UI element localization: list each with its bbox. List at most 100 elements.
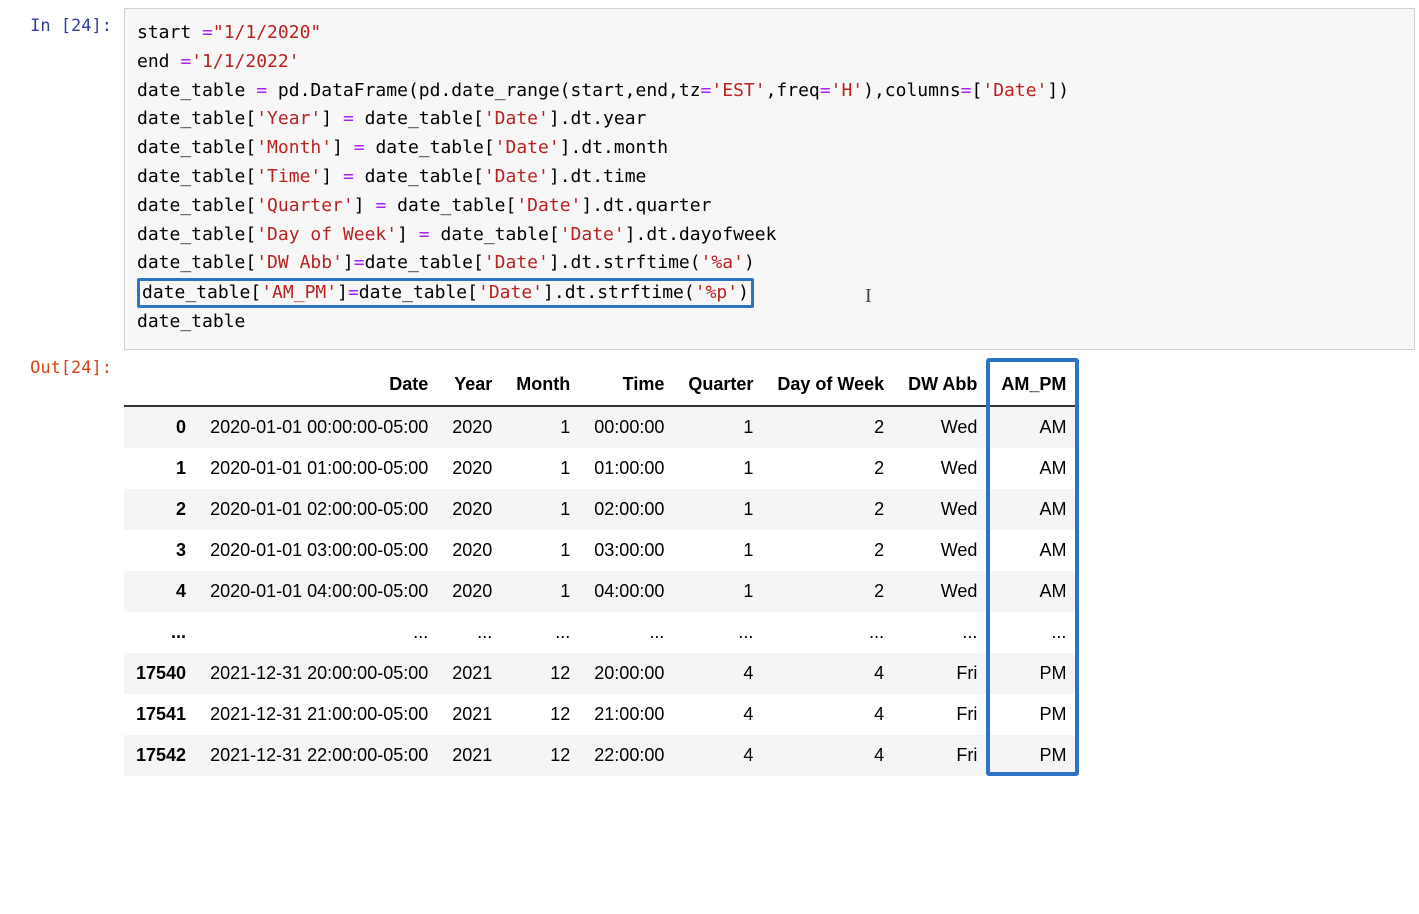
- code-token: =: [343, 108, 354, 129]
- code-token: =: [354, 252, 365, 273]
- code-line: date_table['Day of Week'] = date_table['…: [137, 221, 1402, 250]
- code-token: date_table[: [137, 224, 256, 245]
- table-cell: 2020-01-01 01:00:00-05:00: [198, 448, 440, 489]
- input-prompt: In [24]:: [4, 8, 124, 36]
- code-token: ]: [321, 166, 343, 187]
- table-cell: 12: [504, 694, 582, 735]
- table-row: 175422021-12-31 22:00:00-05:0020211222:0…: [124, 735, 1078, 776]
- table-cell: 2: [765, 448, 896, 489]
- table-cell: 02:00:00: [582, 489, 676, 530]
- code-token: ].dt.year: [549, 108, 647, 129]
- code-token: ): [738, 282, 749, 303]
- table-cell: Fri: [896, 653, 989, 694]
- code-token: =: [202, 22, 213, 43]
- table-column-header: Date: [198, 364, 440, 406]
- table-cell: Wed: [896, 489, 989, 530]
- table-cell: ...: [504, 612, 582, 653]
- code-token: ]: [354, 195, 376, 216]
- table-cell: 2021: [440, 653, 504, 694]
- code-token: =: [820, 80, 831, 101]
- table-cell: 1: [504, 571, 582, 612]
- table-row: 22020-01-01 02:00:00-05:002020102:00:001…: [124, 489, 1078, 530]
- text-cursor-icon: I: [865, 280, 872, 312]
- code-line: start ="1/1/2020": [137, 19, 1402, 48]
- code-token: date_table[: [142, 282, 261, 303]
- table-cell: ...: [676, 612, 765, 653]
- table-cell: ...: [989, 612, 1078, 653]
- table-column-header: Quarter: [676, 364, 765, 406]
- code-token: date_table[: [365, 137, 495, 158]
- code-token: 'DW Abb': [256, 252, 343, 273]
- code-token: =: [419, 224, 430, 245]
- dataframe-table: DateYearMonthTimeQuarterDay of WeekDW Ab…: [124, 364, 1078, 776]
- code-token: end: [137, 51, 180, 72]
- code-token: date_table[: [137, 137, 256, 158]
- table-cell: ...: [765, 612, 896, 653]
- table-cell: 12: [504, 653, 582, 694]
- code-token: ]: [343, 252, 354, 273]
- code-token: [: [972, 80, 983, 101]
- table-cell: ...: [198, 612, 440, 653]
- code-token: ].dt.time: [549, 166, 647, 187]
- code-token: date_table[: [137, 166, 256, 187]
- code-token: =: [343, 166, 354, 187]
- table-cell: 4: [676, 694, 765, 735]
- code-token: 'Date': [478, 282, 543, 303]
- table-cell: 1: [676, 406, 765, 448]
- table-cell: PM: [989, 653, 1078, 694]
- code-editor[interactable]: start ="1/1/2020"end ='1/1/2022'date_tab…: [124, 8, 1415, 350]
- code-token: 'Date': [560, 224, 625, 245]
- table-cell: 2: [765, 530, 896, 571]
- code-token: ].dt.strftime(: [549, 252, 701, 273]
- code-token: ,freq: [766, 80, 820, 101]
- code-token: 'Date': [484, 108, 549, 129]
- code-token: 'Month': [256, 137, 332, 158]
- table-cell: 2: [765, 406, 896, 448]
- table-index: 3: [124, 530, 198, 571]
- table-cell: 4: [765, 735, 896, 776]
- code-line: date_table: [137, 308, 1402, 337]
- code-line: date_table['Quarter'] = date_table['Date…: [137, 192, 1402, 221]
- table-cell: 2020: [440, 489, 504, 530]
- code-token: '%p': [695, 282, 738, 303]
- table-cell: Wed: [896, 448, 989, 489]
- table-cell: 1: [676, 448, 765, 489]
- code-token: date_table[: [386, 195, 516, 216]
- code-token: date_table[: [430, 224, 560, 245]
- table-cell: 4: [765, 694, 896, 735]
- code-token: =: [354, 137, 365, 158]
- code-token: date_table[: [137, 252, 256, 273]
- table-column-header: Month: [504, 364, 582, 406]
- table-row: 02020-01-01 00:00:00-05:002020100:00:001…: [124, 406, 1078, 448]
- table-index: 4: [124, 571, 198, 612]
- table-cell: 4: [765, 653, 896, 694]
- table-column-header: DW Abb: [896, 364, 989, 406]
- code-token: date_table[: [137, 195, 256, 216]
- code-token: ]): [1047, 80, 1069, 101]
- table-cell: 4: [676, 653, 765, 694]
- table-cell: AM: [989, 406, 1078, 448]
- table-cell: 22:00:00: [582, 735, 676, 776]
- code-token: ): [744, 252, 755, 273]
- table-cell: 1: [676, 571, 765, 612]
- code-token: start: [137, 22, 202, 43]
- table-cell: 1: [504, 448, 582, 489]
- table-cell: 2: [765, 489, 896, 530]
- table-cell: 4: [676, 735, 765, 776]
- code-line: date_table['Month'] = date_table['Date']…: [137, 134, 1402, 163]
- code-token: 'H': [831, 80, 864, 101]
- code-token: ),columns: [863, 80, 961, 101]
- code-token: date_table[: [359, 282, 478, 303]
- code-line: date_table['DW Abb']=date_table['Date'].…: [137, 249, 1402, 278]
- table-cell: 2021: [440, 694, 504, 735]
- table-index: ...: [124, 612, 198, 653]
- input-cell: In [24]: start ="1/1/2020"end ='1/1/2022…: [4, 8, 1415, 350]
- table-row: 175412021-12-31 21:00:00-05:0020211221:0…: [124, 694, 1078, 735]
- table-cell: AM: [989, 571, 1078, 612]
- table-index: 1: [124, 448, 198, 489]
- table-cell: ...: [440, 612, 504, 653]
- table-cell: 2021-12-31 21:00:00-05:00: [198, 694, 440, 735]
- table-column-header: Day of Week: [765, 364, 896, 406]
- code-token: ]: [397, 224, 419, 245]
- table-index: 17542: [124, 735, 198, 776]
